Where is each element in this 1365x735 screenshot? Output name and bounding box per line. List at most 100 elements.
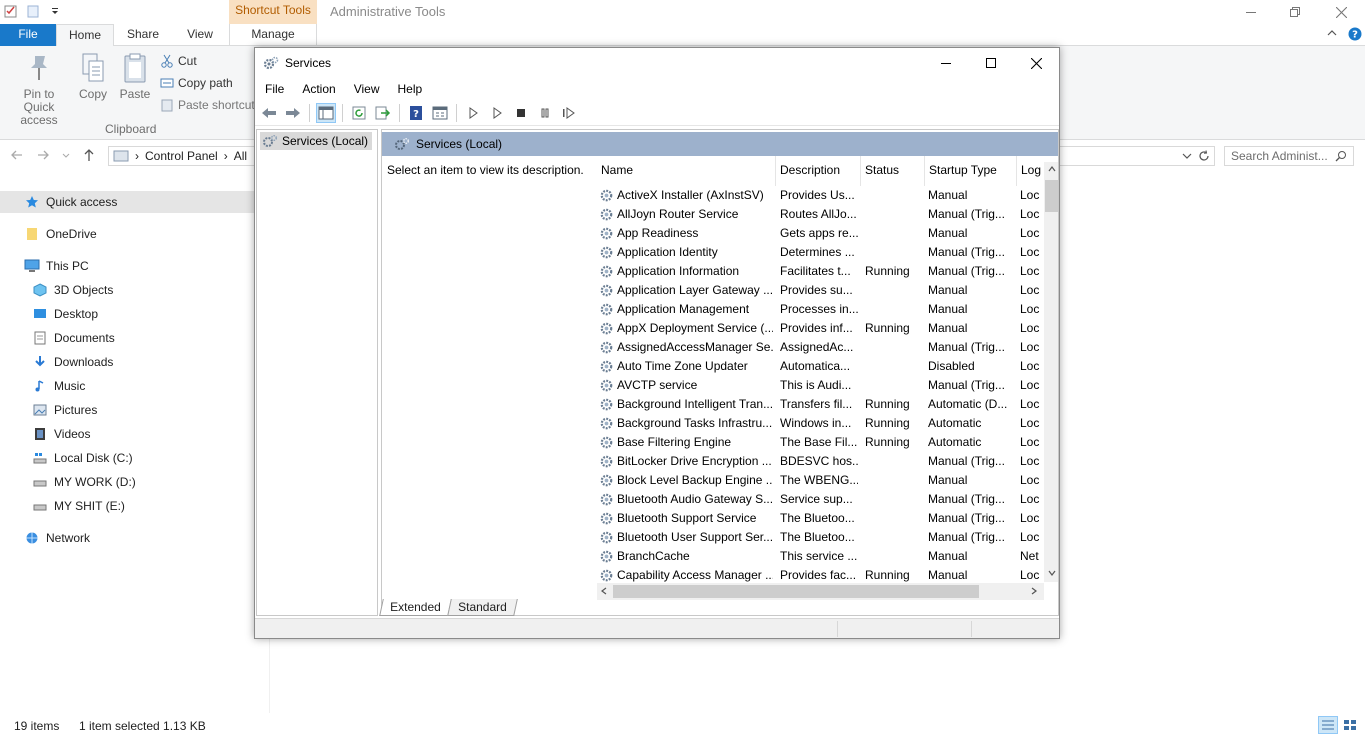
menu-file[interactable]: File [255, 82, 292, 96]
service-row[interactable]: BranchCache This service ... Manual Net [597, 547, 1044, 566]
collapse-ribbon-icon[interactable] [1326, 27, 1338, 39]
services-minimize-button[interactable] [923, 48, 969, 78]
help-icon[interactable]: ? [1348, 27, 1362, 41]
export-list-icon[interactable] [373, 103, 393, 123]
column-header-log-on-as[interactable]: Log [1017, 156, 1044, 186]
cut-button[interactable]: Cut [160, 54, 197, 68]
tab-share[interactable]: Share [114, 24, 172, 46]
forward-arrow-icon[interactable] [36, 148, 50, 162]
start-service-icon[interactable] [463, 103, 483, 123]
back-icon[interactable] [259, 103, 279, 123]
service-row[interactable]: ActiveX Installer (AxInstSV) Provides Us.… [597, 186, 1044, 205]
service-row[interactable]: Base Filtering Engine The Base Fil... Runn… [597, 433, 1044, 452]
menu-view[interactable]: View [344, 82, 388, 96]
vertical-scrollbar[interactable] [1044, 162, 1058, 582]
recent-locations-icon[interactable] [62, 148, 70, 162]
nav-documents[interactable]: Documents [0, 327, 254, 349]
pin-to-quick-access-button[interactable]: Pin to Quick access [12, 52, 66, 127]
restart-service-icon[interactable] [559, 103, 579, 123]
properties-sheet-icon[interactable] [430, 103, 450, 123]
service-row[interactable]: AppX Deployment Service (... Provides inf… [597, 319, 1044, 338]
nav-local-disk-c[interactable]: Local Disk (C:) [0, 447, 254, 469]
service-row[interactable]: AVCTP service This is Audi... Manual (Trig… [597, 376, 1044, 395]
scroll-up-icon[interactable] [1048, 166, 1056, 172]
column-header-startup-type[interactable]: Startup Type [925, 156, 1017, 186]
horizontal-scroll-thumb[interactable] [613, 585, 979, 598]
explorer-minimize-button[interactable] [1228, 0, 1274, 24]
search-input[interactable]: Search Administ... [1224, 146, 1354, 166]
nav-this-pc[interactable]: This PC [0, 255, 254, 277]
properties-icon[interactable] [2, 2, 20, 20]
column-header-status[interactable]: Status [861, 156, 925, 186]
service-row[interactable]: Auto Time Zone Updater Automatica... Disab… [597, 357, 1044, 376]
service-row[interactable]: Application Identity Determines ... Manual… [597, 243, 1044, 262]
service-row[interactable]: AllJoyn Router Service Routes AllJo... Man… [597, 205, 1044, 224]
service-row[interactable]: Application Information Facilitates t... R… [597, 262, 1044, 281]
explorer-restore-button[interactable] [1272, 0, 1318, 24]
breadcrumb-all[interactable]: All [234, 149, 247, 163]
horizontal-scrollbar[interactable] [597, 583, 1044, 600]
service-row[interactable]: Bluetooth User Support Ser... The Bluetoo… [597, 528, 1044, 547]
scroll-left-icon[interactable] [601, 587, 607, 595]
network-icon [24, 530, 40, 546]
nav-3d-objects[interactable]: 3D Objects [0, 279, 254, 301]
tab-view[interactable]: View [172, 24, 228, 46]
explorer-close-button[interactable] [1318, 0, 1364, 24]
refresh-icon[interactable] [1198, 150, 1210, 162]
service-row[interactable]: Bluetooth Audio Gateway S... Service sup.… [597, 490, 1044, 509]
stop-service-icon[interactable] [511, 103, 531, 123]
paste-shortcut-button[interactable]: Paste shortcut [160, 98, 255, 112]
services-close-button[interactable] [1013, 48, 1059, 78]
tab-file[interactable]: File [0, 24, 56, 46]
tab-standard[interactable]: Standard [446, 599, 518, 616]
nav-downloads[interactable]: Downloads [0, 351, 254, 373]
back-arrow-icon[interactable] [10, 148, 24, 162]
service-row[interactable]: Background Tasks Infrastru... Windows in.… [597, 414, 1044, 433]
scroll-down-icon[interactable] [1048, 570, 1056, 576]
service-row[interactable]: BitLocker Drive Encryption ... BDESVC hos… [597, 452, 1044, 471]
nav-videos[interactable]: Videos [0, 423, 254, 445]
copy-path-button[interactable]: Copy path [160, 76, 233, 90]
customize-toolbar-icon[interactable] [46, 2, 64, 20]
tab-home[interactable]: Home [56, 24, 114, 47]
menu-action[interactable]: Action [292, 82, 343, 96]
scroll-right-icon[interactable] [1031, 587, 1037, 595]
help-book-icon[interactable]: ? [406, 103, 426, 123]
column-header-name[interactable]: Name [597, 156, 776, 186]
nav-pictures[interactable]: Pictures [0, 399, 254, 421]
paste-button[interactable]: Paste [108, 52, 162, 101]
services-maximize-button[interactable] [968, 48, 1014, 78]
nav-network[interactable]: Network [0, 527, 254, 549]
start-service-alt-icon[interactable] [487, 103, 507, 123]
address-dropdown-icon[interactable] [1182, 151, 1192, 161]
show-hide-tree-icon[interactable] [316, 102, 336, 123]
nav-music[interactable]: Music [0, 375, 254, 397]
pause-service-icon[interactable] [535, 103, 555, 123]
tab-manage[interactable]: Manage [229, 24, 317, 46]
nav-my-shit-e[interactable]: MY SHIT (E:) [0, 495, 254, 517]
breadcrumb-control-panel[interactable]: Control Panel [145, 149, 218, 163]
service-row[interactable]: Bluetooth Support Service The Bluetoo... M… [597, 509, 1044, 528]
tab-extended[interactable]: Extended [379, 599, 452, 616]
nav-quick-access[interactable]: Quick access [0, 191, 254, 213]
address-box[interactable]: › Control Panel › All [108, 146, 258, 166]
column-header-description[interactable]: Description [776, 156, 861, 186]
service-row[interactable]: Background Intelligent Tran... Transfers … [597, 395, 1044, 414]
new-folder-icon[interactable] [24, 2, 42, 20]
service-row[interactable]: AssignedAccessManager Se... AssignedAc...… [597, 338, 1044, 357]
service-row[interactable]: Block Level Backup Engine ... The WBENG..… [597, 471, 1044, 490]
service-row[interactable]: Application Layer Gateway ... Provides su… [597, 281, 1044, 300]
vertical-scroll-thumb[interactable] [1045, 180, 1058, 212]
nav-onedrive[interactable]: OneDrive [0, 223, 254, 245]
service-row[interactable]: Application Management Processes in... Man… [597, 300, 1044, 319]
refresh-list-icon[interactable] [349, 103, 369, 123]
details-view-icon[interactable] [1318, 716, 1338, 734]
service-row[interactable]: App Readiness Gets apps re... Manual Loc [597, 224, 1044, 243]
large-icons-view-icon[interactable] [1340, 716, 1360, 734]
up-arrow-icon[interactable] [82, 148, 96, 162]
tree-item-services-local[interactable]: Services (Local) [260, 132, 373, 150]
menu-help[interactable]: Help [388, 82, 431, 96]
nav-my-work-d[interactable]: MY WORK (D:) [0, 471, 254, 493]
nav-desktop[interactable]: Desktop [0, 303, 254, 325]
forward-icon[interactable] [283, 103, 303, 123]
